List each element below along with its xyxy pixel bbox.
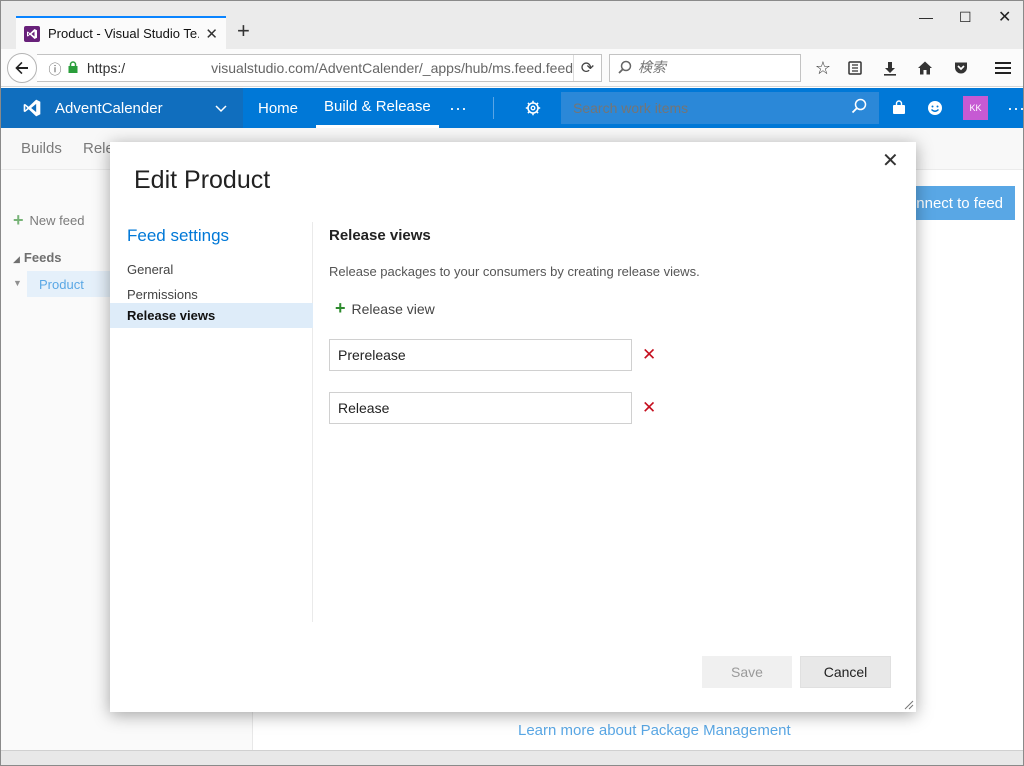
browser-search-input[interactable]: [638, 60, 788, 76]
cancel-button[interactable]: Cancel: [800, 656, 891, 688]
sidebar-header: Feed settings: [127, 226, 230, 245]
resize-grip-icon[interactable]: [902, 698, 914, 710]
account-switcher[interactable]: AdventCalender: [1, 88, 243, 128]
work-items-search-input[interactable]: [573, 100, 851, 116]
delete-x-icon[interactable]: ✕: [642, 398, 656, 418]
work-items-search[interactable]: [561, 92, 879, 124]
url-text: https:/ visualstudio.com/AdventCalender/_…: [87, 60, 573, 76]
menu-hamburger-icon[interactable]: [989, 54, 1017, 82]
account-name: AdventCalender: [55, 99, 163, 117]
search-icon: [618, 60, 632, 77]
section-description: Release packages to your consumers by cr…: [329, 264, 700, 279]
sidebar-item-general[interactable]: General: [110, 257, 313, 282]
header-divider: [493, 97, 494, 119]
browser-tab[interactable]: Product - Visual Studio Te... ✕: [16, 16, 226, 49]
pocket-icon[interactable]: [947, 54, 975, 82]
vsts-header: AdventCalender Home Build & Release ··· …: [1, 88, 1023, 128]
feedback-smiley-icon[interactable]: [919, 88, 951, 128]
back-arrow-icon[interactable]: [7, 53, 37, 83]
release-view-name-input[interactable]: [329, 339, 632, 371]
settings-gear-icon[interactable]: [517, 88, 549, 128]
release-view-name-input[interactable]: [329, 392, 632, 424]
minimize-icon[interactable]: —: [919, 9, 933, 25]
lock-icon[interactable]: [65, 60, 81, 76]
url-bar[interactable]: ⓘ https:/ visualstudio.com/AdventCalender…: [37, 54, 602, 82]
bookmark-star-icon[interactable]: ☆: [809, 54, 837, 82]
chevron-down-icon: [215, 100, 227, 116]
visual-studio-logo-icon: [23, 99, 41, 117]
window-close-icon[interactable]: ✕: [998, 7, 1011, 27]
info-icon[interactable]: ⓘ: [45, 59, 65, 78]
avatar[interactable]: KK: [963, 96, 988, 120]
horizontal-scrollbar[interactable]: [1, 750, 1023, 765]
plus-icon: +: [335, 298, 346, 318]
vs-favicon-icon: [24, 25, 40, 42]
browser-window: Product - Visual Studio Te... ✕ + — ☐ ✕ …: [0, 0, 1024, 766]
delete-x-icon[interactable]: ✕: [642, 345, 656, 365]
add-release-view-label: Release view: [351, 300, 435, 317]
nav-home[interactable]: Home: [250, 88, 306, 128]
reading-list-icon[interactable]: [841, 54, 869, 82]
browser-titlebar: Product - Visual Studio Te... ✕ + — ☐ ✕: [1, 1, 1023, 49]
edit-product-dialog: Edit Product ✕ Feed settings General Per…: [110, 142, 916, 712]
browser-navbar: ⓘ https:/ visualstudio.com/AdventCalender…: [1, 49, 1023, 87]
url-path: visualstudio.com/AdventCalender/_apps/hu…: [211, 60, 573, 76]
settings-sidebar: Feed settings General Permissions Releas…: [110, 222, 313, 622]
reload-icon[interactable]: ⟳: [573, 55, 601, 81]
search-icon[interactable]: [851, 98, 867, 119]
maximize-icon[interactable]: ☐: [959, 9, 972, 26]
tab-close-icon[interactable]: ✕: [205, 25, 218, 43]
download-icon[interactable]: [876, 54, 904, 82]
section-title: Release views: [329, 227, 431, 244]
add-release-view-button[interactable]: + Release view: [335, 298, 435, 319]
more-nav-icon[interactable]: ···: [441, 88, 475, 128]
tab-title: Product - Visual Studio Te...: [48, 26, 200, 41]
dialog-title: Edit Product: [134, 166, 271, 194]
close-icon[interactable]: ✕: [882, 148, 899, 173]
nav-build-release[interactable]: Build & Release: [316, 88, 439, 128]
sidebar-item-release-views[interactable]: Release views: [110, 303, 313, 328]
browser-search-bar[interactable]: [609, 54, 801, 82]
release-view-row: ✕: [329, 392, 669, 424]
more-options-icon[interactable]: ···: [999, 88, 1023, 128]
release-view-row: ✕: [329, 339, 669, 371]
new-tab-icon[interactable]: +: [237, 19, 250, 43]
marketplace-bag-icon[interactable]: [883, 88, 915, 128]
save-button[interactable]: Save: [702, 656, 792, 688]
home-icon[interactable]: [911, 54, 939, 82]
url-scheme: https:/: [87, 60, 126, 76]
